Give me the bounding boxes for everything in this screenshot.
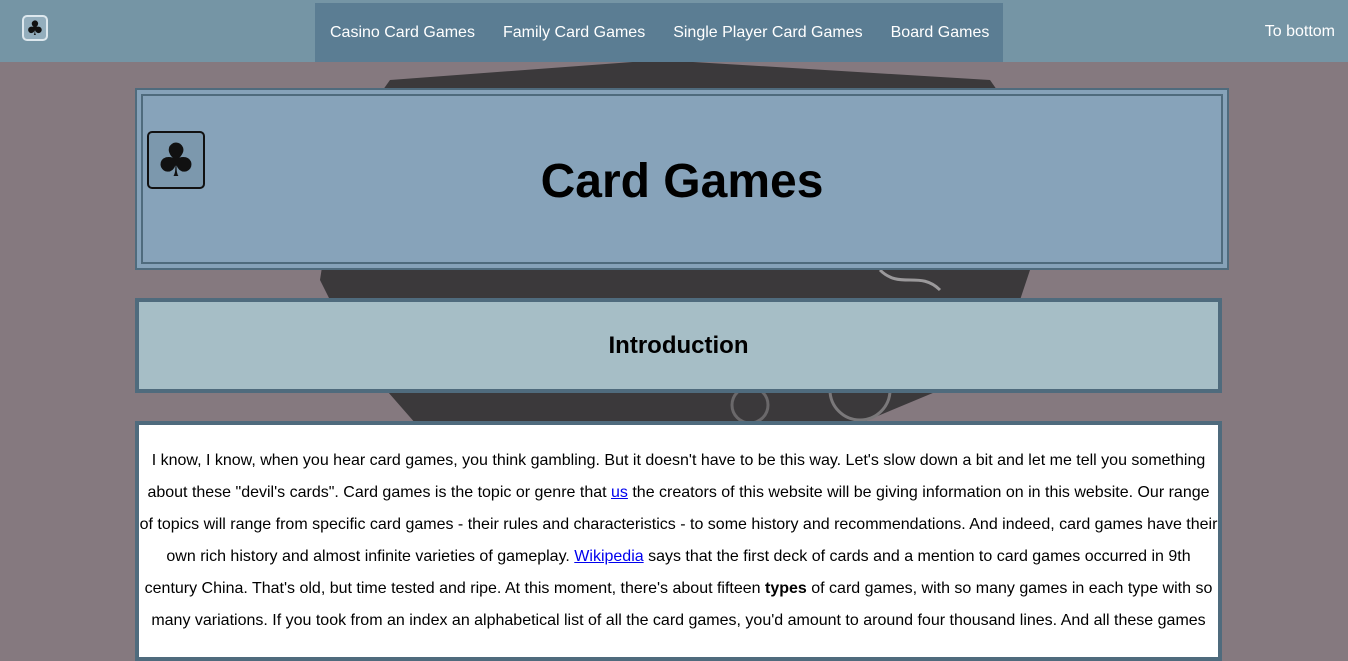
us-link[interactable]: us <box>611 484 628 501</box>
intro-paragraph: I know, I know, when you hear card games… <box>139 425 1218 637</box>
club-icon[interactable]: ♣ <box>22 15 48 41</box>
bold-types-text: types <box>765 580 807 597</box>
content-section: I know, I know, when you hear card games… <box>135 421 1222 661</box>
nav-link-casino-card-games[interactable]: Casino Card Games <box>330 24 475 42</box>
to-bottom-link[interactable]: To bottom <box>1265 23 1335 41</box>
intro-heading: Introduction <box>608 331 749 359</box>
nav-link-board-games[interactable]: Board Games <box>891 24 990 42</box>
nav-link-single-player-card-games[interactable]: Single Player Card Games <box>673 24 862 42</box>
top-navbar: ♣ Casino Card Games Family Card Games Si… <box>0 0 1348 62</box>
header-inner: ♣ Card Games <box>141 94 1223 264</box>
nav-link-family-card-games[interactable]: Family Card Games <box>503 24 645 42</box>
page-title: Card Games <box>540 155 824 208</box>
intro-section: Introduction <box>135 298 1222 393</box>
header-banner: ♣ Card Games <box>135 88 1229 270</box>
wikipedia-link[interactable]: Wikipedia <box>574 548 643 565</box>
nav-menu: Casino Card Games Family Card Games Sing… <box>315 3 1003 62</box>
